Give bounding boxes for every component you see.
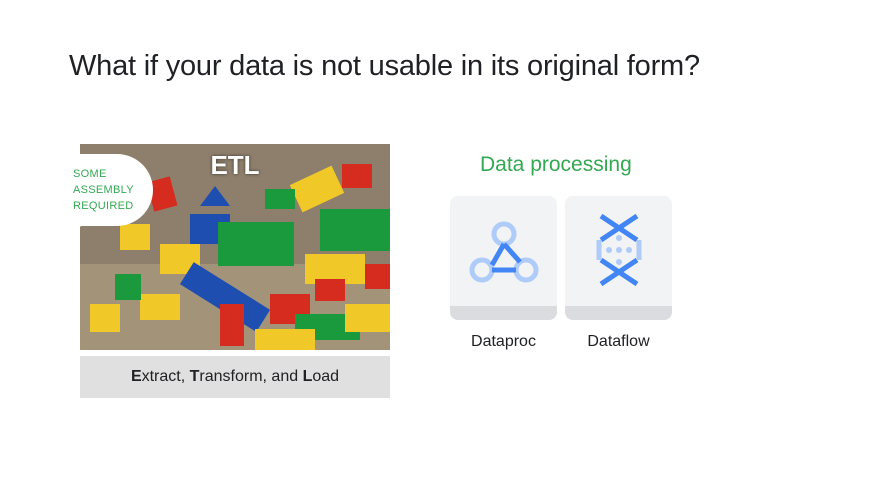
speech-bubble-text: SOME ASSEMBLY REQUIRED bbox=[73, 166, 153, 214]
dataproc-tile bbox=[450, 196, 557, 320]
load-initial: L bbox=[302, 368, 313, 385]
transform-initial: T bbox=[189, 368, 200, 385]
extract-initial: E bbox=[130, 368, 142, 385]
data-processing-heading: Data processing bbox=[480, 153, 632, 176]
speech-bubble-tail bbox=[69, 226, 81, 238]
transform-rest: ransform, and bbox=[199, 368, 303, 385]
bubble-line: ASSEMBLY bbox=[73, 184, 134, 196]
slide-title: What if your data is not usable in its o… bbox=[69, 50, 700, 82]
load-rest: oad bbox=[312, 368, 340, 385]
dataproc-icon bbox=[469, 221, 539, 283]
bubble-line: REQUIRED bbox=[73, 200, 134, 212]
dataflow-tile bbox=[565, 196, 672, 320]
bubble-line: SOME bbox=[73, 168, 107, 180]
extract-rest: xtract, bbox=[141, 368, 190, 385]
dataflow-label: Dataflow bbox=[587, 333, 650, 350]
dataflow-icon bbox=[596, 213, 642, 287]
etl-caption: Extract, Transform, and Load bbox=[80, 356, 390, 398]
dataproc-label: Dataproc bbox=[471, 333, 536, 350]
